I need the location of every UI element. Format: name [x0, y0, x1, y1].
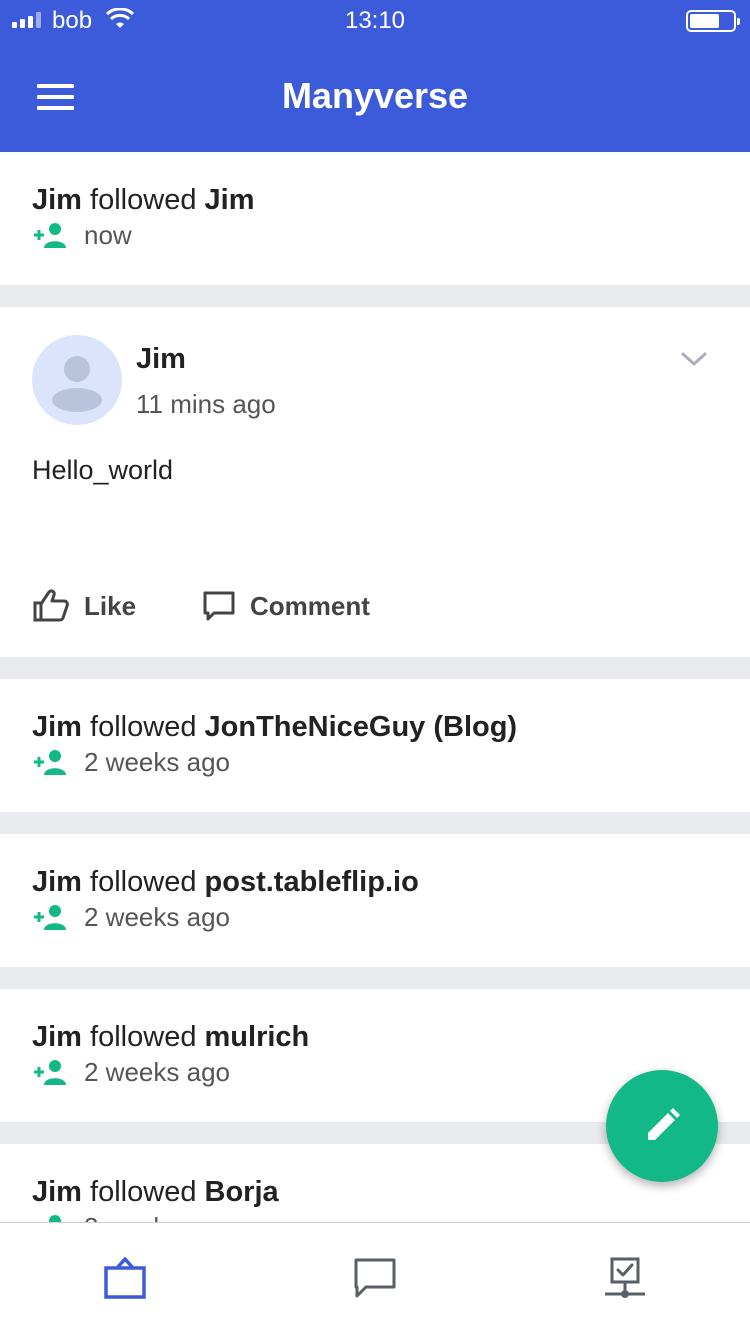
like-button[interactable]: Like	[32, 589, 136, 623]
post-card[interactable]: Jim 11 mins ago Hello_world Like Comment	[0, 307, 750, 657]
post-author[interactable]: Jim	[136, 343, 186, 376]
compose-button[interactable]	[606, 1070, 718, 1182]
follow-text: Jim followed JonTheNiceGuy (Blog)	[32, 709, 718, 745]
separator	[0, 657, 750, 679]
tab-connections[interactable]	[600, 1253, 650, 1303]
follow-time: 2 weeks ago	[84, 1056, 230, 1087]
app-title: Manyverse	[281, 75, 469, 116]
follow-time: 2 weeks ago	[84, 1212, 230, 1223]
follow-target[interactable]: Borja	[205, 1176, 279, 1208]
person-add-icon	[34, 223, 66, 248]
person-add-icon	[34, 750, 66, 775]
person-add-icon	[34, 905, 66, 930]
follow-actor[interactable]: Jim	[32, 711, 82, 743]
feed-icon	[104, 1257, 146, 1299]
bottom-tab-bar	[0, 1222, 750, 1334]
follow-target[interactable]: Jim	[205, 184, 255, 216]
follow-verb: followed	[90, 1021, 197, 1053]
follow-actor[interactable]: Jim	[32, 1176, 82, 1208]
separator	[0, 812, 750, 834]
connections-icon	[605, 1257, 645, 1298]
follow-verb: followed	[90, 711, 197, 743]
tab-feed[interactable]	[100, 1253, 150, 1303]
post-text: Hello_world	[32, 455, 174, 485]
person-add-icon	[49, 1215, 61, 1222]
like-label: Like	[84, 590, 137, 621]
app-bar: Manyverse	[0, 40, 750, 152]
tab-messages[interactable]	[350, 1253, 400, 1303]
follow-actor[interactable]: Jim	[32, 184, 82, 216]
follow-target[interactable]: post.tableflip.io	[205, 866, 419, 898]
messages-icon	[354, 1258, 396, 1298]
follow-time: now	[84, 219, 132, 250]
follow-text: Jim followed post.tableflip.io	[32, 864, 718, 900]
battery-icon	[686, 10, 740, 32]
follow-verb: followed	[90, 184, 197, 216]
follow-card[interactable]: Jim followed Jim now	[0, 152, 750, 285]
follow-text: Jim followed Jim	[32, 182, 718, 218]
follow-text: Jim followed Borja	[32, 1174, 718, 1210]
status-time: 13:10	[344, 7, 406, 34]
separator	[0, 285, 750, 307]
follow-target[interactable]: mulrich	[205, 1021, 310, 1053]
follow-card[interactable]: Jim followed post.tableflip.io 2 weeks a…	[0, 834, 750, 967]
post-time: 11 mins ago	[136, 389, 276, 419]
pencil-icon	[648, 1108, 680, 1140]
follow-actor[interactable]: Jim	[32, 866, 82, 898]
follow-actor[interactable]: Jim	[32, 1021, 82, 1053]
comment-button[interactable]: Comment	[202, 589, 370, 623]
person-add-icon	[34, 1060, 66, 1085]
follow-card[interactable]: Jim followed JonTheNiceGuy (Blog) 2 week…	[0, 679, 750, 812]
follow-text: Jim followed mulrich	[32, 1019, 718, 1055]
comment-label: Comment	[250, 590, 370, 621]
feed[interactable]: Jim followed Jim now Jim 11 mins ago Hel…	[0, 152, 750, 1222]
separator	[0, 967, 750, 989]
follow-target[interactable]: JonTheNiceGuy (Blog)	[205, 711, 518, 743]
avatar[interactable]	[32, 335, 122, 425]
follow-verb: followed	[90, 866, 197, 898]
chevron-down-icon[interactable]	[678, 347, 710, 371]
follow-time: 2 weeks ago	[84, 901, 230, 932]
follow-verb: followed	[90, 1176, 197, 1208]
status-bar: bob 13:10	[0, 0, 750, 40]
comment-icon	[203, 591, 235, 621]
follow-time: 2 weeks ago	[84, 746, 230, 777]
thumbs-up-icon	[33, 589, 69, 622]
